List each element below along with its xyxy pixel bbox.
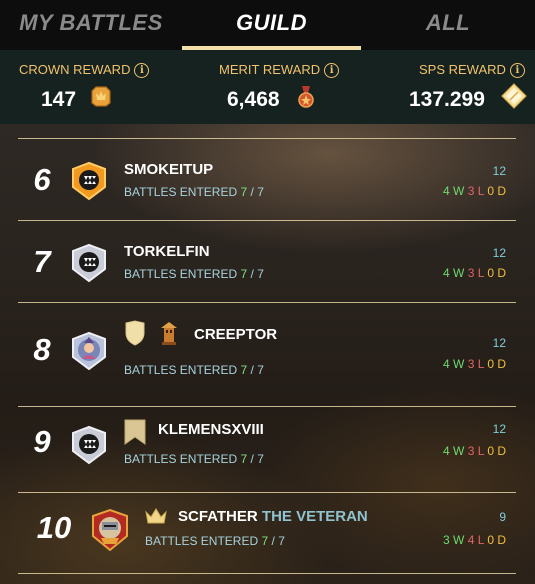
battle-count: 12 xyxy=(492,246,506,260)
win-loss-record: 4 W 3 L 0 D xyxy=(443,266,506,280)
player-row[interactable]: 9 KLEMENSXVIII BATTLES ENTERED 7 / 7 12 … xyxy=(0,406,535,492)
totem-badge-icon xyxy=(161,322,177,345)
player-rank: 8 xyxy=(33,332,51,367)
shield-badge-icon xyxy=(125,320,145,346)
fangs-emblem-icon xyxy=(72,161,106,201)
battles-entered: BATTLES ENTERED 7 / 7 xyxy=(145,534,285,548)
sps-reward-label: SPS REWARD xyxy=(419,62,506,77)
player-rank: 9 xyxy=(33,424,51,459)
player-rank: 7 xyxy=(33,244,51,279)
crown-reward-value: 147 xyxy=(41,88,77,111)
player-row[interactable]: 6 SMOKEITUP BATTLES ENTERED 7 / 7 12 4 W… xyxy=(0,138,535,220)
sps-reward-value: 137.299 xyxy=(409,88,485,111)
win-loss-record: 4 W 3 L 0 D xyxy=(443,357,506,371)
player-name[interactable]: SMOKEITUP xyxy=(124,161,213,178)
win-loss-record: 4 W 3 L 0 D xyxy=(443,184,506,198)
win-loss-record: 4 W 3 L 0 D xyxy=(443,444,506,458)
battles-entered: BATTLES ENTERED 7 / 7 xyxy=(124,185,264,199)
merit-reward-label: MERIT REWARD xyxy=(219,62,321,77)
crown-reward: CROWN REWARD i 147 xyxy=(0,50,178,124)
battle-count: 12 xyxy=(492,164,506,178)
crown-badge-icon xyxy=(145,508,167,524)
merit-reward-value: 6,468 xyxy=(227,88,280,111)
crown-token-icon xyxy=(91,86,111,107)
tab-my-battles[interactable]: MY BATTLES xyxy=(0,0,182,50)
player-row[interactable]: 8 CREEPTOR BATTLES ENTERED 7 / 7 12 4 W … xyxy=(0,302,535,406)
sps-reward: SPS REWARD i 137.299 xyxy=(356,50,535,124)
rewards-bar: CROWN REWARD i 147 MERIT REWARD i 6,468 SP… xyxy=(0,50,535,124)
merit-medal-icon xyxy=(298,86,314,108)
battles-entered: BATTLES ENTERED 7 / 7 xyxy=(124,363,264,377)
battle-tabs: MY BATTLES GUILD ALL xyxy=(0,0,535,50)
player-name[interactable]: SCFATHER THE VETERAN xyxy=(178,508,368,525)
tab-guild[interactable]: GUILD xyxy=(182,0,361,50)
fangs-emblem-icon xyxy=(72,243,106,283)
wizard-emblem-icon xyxy=(72,331,106,371)
battle-count: 12 xyxy=(492,422,506,436)
battle-count: 12 xyxy=(492,336,506,350)
player-name[interactable]: CREEPTOR xyxy=(194,326,277,343)
battles-entered: BATTLES ENTERED 7 / 7 xyxy=(124,267,264,281)
merit-reward: MERIT REWARD i 6,468 xyxy=(178,50,356,124)
tab-all[interactable]: ALL xyxy=(361,0,535,50)
info-icon[interactable]: i xyxy=(134,63,150,78)
battle-count: 9 xyxy=(499,510,506,524)
player-rank: 6 xyxy=(33,162,51,197)
player-title: THE VETERAN xyxy=(261,508,368,525)
row-divider xyxy=(18,573,516,574)
player-rank: 10 xyxy=(36,510,72,545)
banner-badge-icon xyxy=(124,419,146,445)
fangs-emblem-icon xyxy=(72,425,106,465)
player-name[interactable]: TORKELFIN xyxy=(124,243,210,260)
guild-battle-list: 6 SMOKEITUP BATTLES ENTERED 7 / 7 12 4 W… xyxy=(0,124,535,584)
player-row[interactable]: 10 SCFATHER THE VETERAN BATTLES ENTERED … xyxy=(0,492,535,573)
player-row[interactable]: 7 TORKELFIN BATTLES ENTERED 7 / 7 12 4 W… xyxy=(0,220,535,302)
info-icon[interactable]: i xyxy=(509,63,525,78)
player-name[interactable]: KLEMENSXVIII xyxy=(158,421,264,438)
sps-crystal-icon xyxy=(501,83,527,109)
info-icon[interactable]: i xyxy=(324,63,340,78)
knight-emblem-icon xyxy=(92,508,128,552)
battles-entered: BATTLES ENTERED 7 / 7 xyxy=(124,452,264,466)
crown-reward-label: CROWN REWARD xyxy=(19,62,131,77)
win-loss-record: 3 W 4 L 0 D xyxy=(443,533,506,547)
